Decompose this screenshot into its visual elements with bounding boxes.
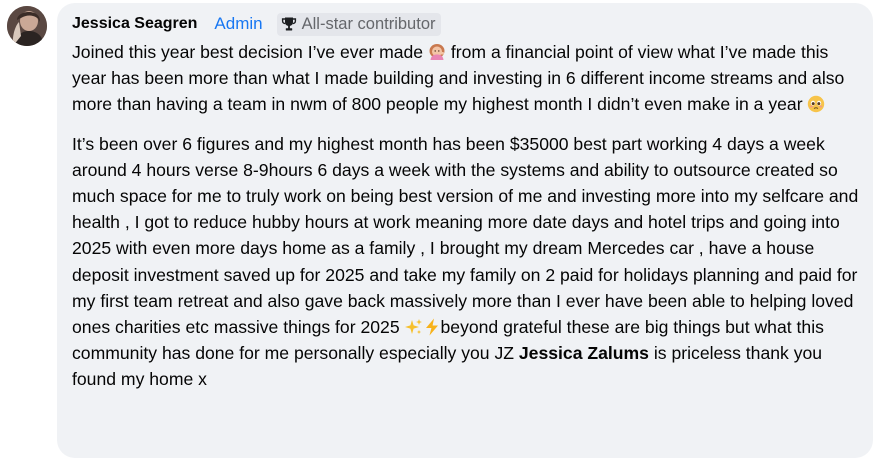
pleading-face-emoji-icon: [808, 96, 825, 113]
mention-link[interactable]: Jessica Zalums: [519, 343, 649, 363]
author-name[interactable]: Jessica Seagren: [72, 15, 197, 33]
sparkles-emoji-icon: [404, 319, 422, 335]
trophy-icon: [281, 17, 296, 31]
contributor-badge-label: All-star contributor: [301, 14, 436, 33]
all-star-contributor-badge[interactable]: All-star contributor: [276, 12, 441, 36]
paragraph-2-text-a: It’s been over 6 figures and my highest …: [72, 133, 859, 338]
comment-paragraph-1: Joined this year best decision I’ve ever…: [72, 39, 862, 118]
paragraph-1-text-a: Joined this year best decision I’ve ever…: [72, 42, 428, 62]
profile-photo-icon: [7, 6, 47, 46]
comment-header: Jessica Seagren Admin All-star contribut…: [72, 11, 857, 37]
lightning-emoji-icon: [425, 318, 438, 336]
comment-paragraph-2: It’s been over 6 figures and my highest …: [72, 131, 862, 393]
avatar[interactable]: [7, 6, 47, 46]
comment-bubble: Jessica Seagren Admin All-star contribut…: [57, 3, 873, 458]
comment: Jessica Seagren Admin All-star contribut…: [0, 0, 875, 461]
woman-tipping-hand-emoji-icon: [429, 44, 445, 60]
admin-badge: Admin: [214, 14, 263, 33]
